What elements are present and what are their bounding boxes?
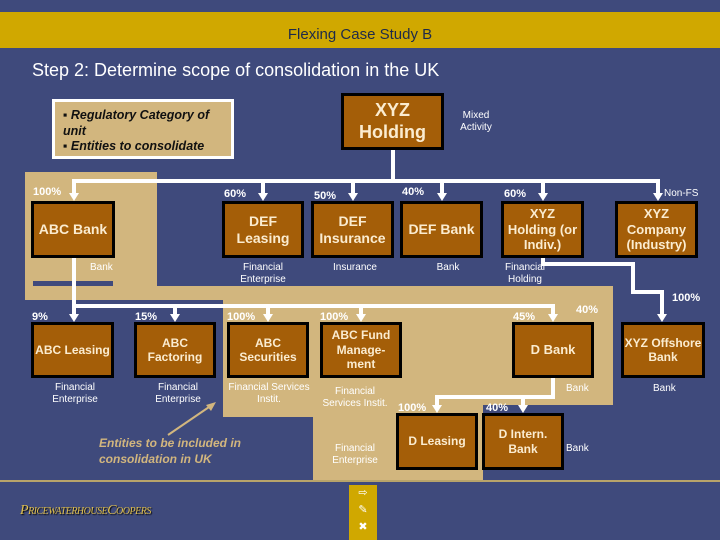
category-label: Financial Services Instit. xyxy=(228,382,310,405)
ownership-pct: 15% xyxy=(135,311,158,323)
entity-d-bank: D Bank xyxy=(512,322,594,378)
entity-abc-fund-management: ABC Fund Manage-ment xyxy=(320,322,402,378)
connector xyxy=(72,179,659,183)
ownership-pct: 9% xyxy=(32,311,48,323)
category-label: Bank xyxy=(653,383,676,394)
category-label: Financial Enterprise xyxy=(52,382,98,405)
entity-xyz-offshore-bank: XYZ Offshore Bank xyxy=(621,322,705,378)
ownership-pct: 50% xyxy=(314,190,337,202)
category-label: Insurance xyxy=(333,262,377,273)
ownership-pct: 100% xyxy=(227,311,256,323)
legend-box: ▪ Regulatory Category of unit ▪ Entities… xyxy=(52,99,234,159)
header-band: Flexing Case Study B xyxy=(0,12,720,48)
step-title: Step 2: Determine scope of consolidation… xyxy=(32,60,440,80)
ownership-pct: Non-FS xyxy=(664,188,699,199)
entity-abc-factoring: ABC Factoring xyxy=(134,322,216,378)
arrow xyxy=(170,314,180,322)
connector xyxy=(72,258,76,308)
connector xyxy=(72,304,555,308)
category-label: Bank xyxy=(436,262,460,273)
legend-item: ▪ Regulatory Category of unit xyxy=(63,108,210,138)
ownership-pct: 100% xyxy=(33,186,62,198)
arrow xyxy=(432,405,442,413)
category-label: Financial Enterprise xyxy=(240,262,286,285)
connector xyxy=(660,290,664,316)
ownership-pct: 100% xyxy=(672,292,701,304)
category-label: Financial Enterprise xyxy=(332,443,378,466)
connector xyxy=(631,290,662,294)
ownership-pct: 100% xyxy=(398,402,427,414)
entity-xyz-company: XYZ Company (Industry) xyxy=(615,201,698,258)
entity-def-insurance: DEF Insurance xyxy=(311,201,394,258)
arrow xyxy=(69,314,79,322)
ownership-pct: 40% xyxy=(576,304,599,316)
ownership-pct: 40% xyxy=(486,402,509,414)
nav-toolbar: ⇨ ✎ ✖ xyxy=(349,485,377,540)
entity-d-leasing: D Leasing xyxy=(396,413,478,470)
entity-abc-bank: ABC Bank xyxy=(31,201,115,258)
arrow xyxy=(548,314,558,322)
connector xyxy=(391,150,395,180)
exit-icon[interactable]: ⇨ xyxy=(349,485,377,502)
entity-d-intern-bank: D Intern. Bank xyxy=(482,413,564,470)
ownership-pct: 100% xyxy=(320,311,349,323)
pwc-logo: PRICEWATERHOUSECOOPERS xyxy=(20,503,151,518)
entity-def-bank: DEF Bank xyxy=(400,201,483,258)
connector xyxy=(435,395,555,399)
arrow xyxy=(69,193,79,201)
category-label: Financial Services Instit. xyxy=(322,386,388,409)
entity-def-leasing: DEF Leasing xyxy=(222,201,304,258)
connector xyxy=(541,262,635,266)
arrow xyxy=(356,314,366,322)
footer-divider xyxy=(0,480,720,482)
category-label: Financial Holding xyxy=(504,262,546,285)
pointer-arrow-icon xyxy=(167,402,216,436)
legend-item: ▪ Entities to consolidate xyxy=(63,139,205,154)
entity-abc-securities: ABC Securities xyxy=(227,322,309,378)
close-icon[interactable]: ✖ xyxy=(349,519,377,536)
header-title: Flexing Case Study B xyxy=(287,26,433,43)
arrow xyxy=(657,314,667,322)
category-label: Bank xyxy=(90,262,113,273)
arrow xyxy=(653,193,663,201)
scope-note: Entities to be included in consolidation… xyxy=(99,436,242,466)
arrow xyxy=(348,193,358,201)
arrow xyxy=(437,193,447,201)
arrow xyxy=(263,314,273,322)
arrow xyxy=(518,405,528,413)
entity-abc-leasing: ABC Leasing xyxy=(31,322,114,378)
ownership-pct: 60% xyxy=(504,188,527,200)
category-label: Bank xyxy=(566,443,589,454)
entity-xyz-holding-indiv: XYZ Holding (or Indiv.) xyxy=(501,201,584,258)
arrow xyxy=(258,193,268,201)
entity-xyz-holding: XYZ Holding xyxy=(341,93,444,150)
category-label: Bank xyxy=(566,383,589,394)
pen-icon[interactable]: ✎ xyxy=(349,502,377,519)
category-label: Mixed Activity xyxy=(460,110,492,133)
ownership-pct: 45% xyxy=(513,311,536,323)
ownership-pct: 60% xyxy=(224,188,247,200)
arrow xyxy=(538,193,548,201)
ownership-pct: 40% xyxy=(402,186,425,198)
